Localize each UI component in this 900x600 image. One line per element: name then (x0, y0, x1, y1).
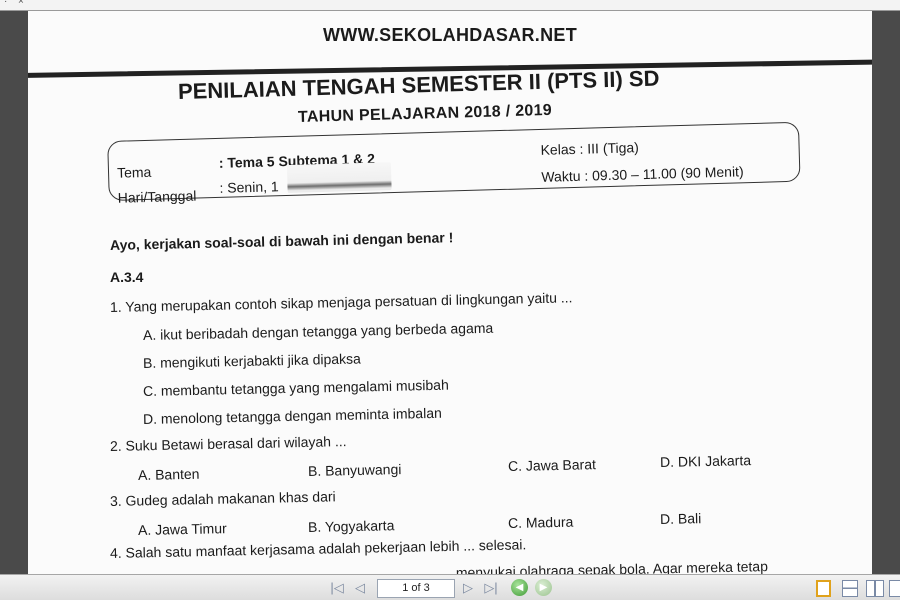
question-3: 3. Gudeg adalah makanan khas dari (109, 488, 336, 509)
question-1: 1. Yang merupakan contoh sikap menjaga p… (109, 289, 573, 315)
q3-option-c: C. Madura (507, 513, 574, 531)
close-icon[interactable]: × (18, 0, 24, 7)
site-header: WWW.SEKOLAHDASAR.NET (323, 25, 577, 45)
q2-option-b: B. Banyuwangi (307, 461, 402, 479)
viewer-left-margin (0, 11, 28, 574)
q2-option-a: A. Banten (137, 465, 200, 483)
viewer-right-margin (872, 11, 900, 574)
hari-label: Hari/Tanggal (117, 187, 197, 206)
first-page-icon[interactable]: |◁ (328, 579, 346, 597)
partial-text-line: … menyukai olahraga sepak bola. Agar mer… (437, 558, 769, 574)
exam-year: TAHUN PELAJARAN 2018 / 2019 (297, 101, 553, 126)
q3-option-d: D. Bali (659, 510, 702, 527)
q1-option-a: A. ikut beribadah dengan tetangga yang b… (142, 319, 494, 343)
page-number-input[interactable]: 1 of 3 (377, 579, 455, 598)
last-page-icon[interactable]: ▷| (481, 579, 501, 597)
q3-option-b: B. Yogyakarta (307, 517, 395, 535)
next-page-icon[interactable]: ▷ (460, 579, 476, 597)
document-page: WWW.SEKOLAHDASAR.NET PENILAIAN TENGAH SE… (28, 11, 872, 574)
pdf-toolbar: |◁ ◁ 1 of 3 ▷ ▷| ◀ ▶ (0, 574, 900, 600)
q1-option-c: C. membantu tetangga yang mengalami musi… (142, 376, 449, 399)
back-icon[interactable]: ◀ (511, 579, 528, 596)
section-code: A.3.4 (110, 269, 144, 285)
continuous-view-icon[interactable] (842, 580, 858, 597)
q3-option-a: A. Jawa Timur (137, 520, 227, 538)
continuous-facing-view-icon[interactable] (889, 580, 900, 597)
question-2: 2. Suku Betawi berasal dari wilayah ... (109, 433, 347, 454)
forward-icon[interactable]: ▶ (535, 579, 552, 596)
kelas-text: Kelas : III (Tiga) (540, 139, 640, 158)
q1-option-d: D. menolong tetangga dengan meminta imba… (142, 404, 442, 427)
previous-page-icon[interactable]: ◁ (352, 579, 368, 597)
tema-label: Tema (116, 163, 152, 181)
question-4: 4. Salah satu manfaat kerjasama adalah p… (109, 536, 527, 561)
instruction-text: Ayo, kerjakan soal-soal di bawah ini den… (109, 229, 454, 253)
redaction-mark (286, 162, 392, 193)
q2-option-d: D. DKI Jakarta (659, 452, 752, 470)
single-page-view-icon[interactable] (816, 580, 831, 597)
pdf-viewer-window: · × WWW.SEKOLAHDASAR.NET PENILAIAN TENGA… (0, 0, 900, 600)
hari-value: : Senin, 1 (219, 178, 279, 196)
exam-info-box: Tema : Tema 5 Subtema 1 & 2 Hari/Tanggal… (107, 121, 801, 206)
window-top-strip: · × (0, 0, 900, 11)
corner-mark: · (4, 0, 8, 7)
q2-option-c: C. Jawa Barat (507, 456, 597, 474)
waktu-text: Waktu : 09.30 – 11.00 (90 Menit) (541, 163, 744, 185)
q1-option-b: B. mengikuti kerjabakti jika dipaksa (142, 350, 362, 371)
facing-view-icon[interactable] (866, 580, 884, 597)
